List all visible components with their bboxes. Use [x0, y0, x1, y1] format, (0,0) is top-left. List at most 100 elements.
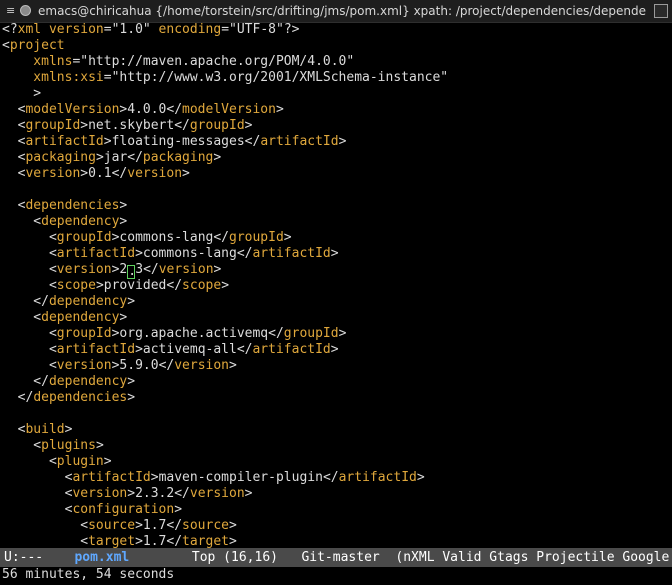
buffer-line[interactable]: <scope>provided</scope> [0, 278, 672, 294]
syntax-token: > [229, 534, 237, 548]
syntax-token: dependency [41, 214, 120, 229]
modeline-buffer-name[interactable]: pom.xml [74, 550, 129, 565]
syntax-token: < [2, 214, 42, 229]
buffer-line[interactable]: xmlns="http://maven.apache.org/POM/4.0.0… [0, 54, 672, 70]
syntax-token: </ [244, 134, 261, 149]
buffer-line[interactable]: <dependency> [0, 310, 672, 326]
buffer-line[interactable] [0, 406, 672, 422]
buffer-line[interactable]: <artifactId>floating-messages</artifactI… [0, 134, 672, 150]
syntax-token: maven-compiler-plugin [158, 470, 323, 485]
buffer-line[interactable]: <version>5.9.0</version> [0, 358, 672, 374]
buffer-line[interactable]: <version>2.3</version> [0, 262, 672, 279]
buffer-line[interactable]: <project [0, 38, 672, 54]
buffer-line[interactable]: xmlns:xsi="http://www.w3.org/2001/XMLSch… [0, 70, 672, 86]
syntax-token: > [127, 486, 136, 501]
modeline-modes[interactable]: (nXML Valid Gtags Projectile Google [395, 550, 669, 565]
syntax-token: org.apache.activemq [119, 326, 269, 341]
syntax-token: </ [2, 294, 49, 309]
syntax-token: scope [56, 278, 96, 293]
buffer-line[interactable]: <artifactId>maven-compiler-plugin</artif… [0, 470, 672, 486]
syntax-token: 2.3.2 [135, 486, 175, 501]
syntax-token: < [2, 454, 57, 469]
syntax-token: > [229, 518, 237, 533]
buffer-line[interactable]: <?xml version="1.0" encoding="UTF-8"?> [0, 22, 672, 38]
syntax-token: < [2, 166, 26, 181]
buffer-line[interactable]: <plugins> [0, 438, 672, 454]
syntax-token: > [135, 518, 143, 533]
syntax-token: groupId [283, 326, 339, 341]
syntax-token: > [95, 150, 104, 165]
buffer-line[interactable]: <version>0.1</version> [0, 166, 672, 182]
buffer-line[interactable]: </dependency> [0, 294, 672, 310]
syntax-token: 4.0.0 [127, 102, 167, 117]
buffer-line[interactable]: <packaging>jar</packaging> [0, 150, 672, 166]
buffer-line[interactable]: <source>1.7</source> [0, 518, 672, 534]
syntax-token: > [330, 342, 339, 357]
syntax-token: provided [103, 278, 167, 293]
syntax-token: < [2, 422, 26, 437]
syntax-token: < [2, 502, 73, 517]
syntax-token: 5.9.0 [119, 358, 159, 373]
buffer-line[interactable]: </dependencies> [0, 390, 672, 406]
buffer-line[interactable]: > [0, 86, 672, 102]
syntax-token: 2 [119, 262, 128, 277]
syntax-token: version [158, 262, 214, 277]
syntax-token: > [80, 118, 89, 133]
buffer-line[interactable]: <dependencies> [0, 198, 672, 214]
syntax-token: artifactId [56, 246, 136, 261]
emacs-icon [20, 5, 31, 16]
buffer-line[interactable]: <groupId>net.skybert</groupId> [0, 118, 672, 134]
syntax-token: > [416, 470, 425, 485]
buffer-line[interactable]: <build> [0, 422, 672, 438]
syntax-token: packaging [142, 150, 214, 165]
syntax-token: artifactId [56, 342, 136, 357]
syntax-token: < [2, 246, 57, 261]
syntax-token: < [2, 470, 73, 485]
syntax-token: > [127, 374, 136, 389]
syntax-token: </ [2, 374, 49, 389]
syntax-token: </ [236, 246, 253, 261]
buffer-line[interactable]: </dependency> [0, 374, 672, 390]
buffer-line[interactable]: <target>1.7</target> [0, 534, 672, 548]
syntax-token: 0.1 [88, 166, 112, 181]
syntax-token: dependency [48, 294, 128, 309]
buffer-line[interactable]: <configuration> [0, 502, 672, 518]
syntax-token: floating-messages [111, 134, 245, 149]
buffer-line[interactable]: <groupId>org.apache.activemq</groupId> [0, 326, 672, 342]
window-titlebar: ≡ emacs@chiricahua {/home/torstein/src/d… [0, 0, 672, 23]
buffer-line[interactable]: <plugin> [0, 454, 672, 470]
buffer-line[interactable] [0, 182, 672, 198]
modeline-vc[interactable]: Git-master [301, 550, 379, 565]
buffer-line[interactable]: <groupId>commons-lang</groupId> [0, 230, 672, 246]
syntax-token: version [25, 166, 81, 181]
syntax-token: artifactId [338, 470, 417, 485]
syntax-token: > [135, 534, 143, 548]
buffer-line[interactable]: <version>2.3.2</version> [0, 486, 672, 502]
syntax-token: version [56, 262, 112, 277]
syntax-token: > [135, 246, 143, 261]
syntax-token: target [88, 534, 136, 548]
window-menu-icon[interactable]: ≡ [6, 0, 15, 22]
syntax-token: </ [174, 486, 190, 501]
syntax-token: > [150, 470, 159, 485]
syntax-token: > [2, 86, 42, 101]
syntax-token: ?> [283, 22, 300, 37]
buffer-line[interactable]: <modelVersion>4.0.0</modelVersion> [0, 102, 672, 118]
syntax-token: </ [166, 278, 183, 293]
syntax-token: encoding [150, 22, 222, 37]
syntax-token: version [127, 166, 183, 181]
buffer-line[interactable]: <dependency> [0, 214, 672, 230]
syntax-token: xml [17, 22, 42, 37]
echo-area: 56 minutes, 54 seconds [2, 567, 175, 582]
syntax-token: version [72, 486, 128, 501]
close-icon[interactable] [654, 4, 668, 18]
syntax-token: </ [127, 150, 143, 165]
syntax-token: dependencies [33, 390, 128, 405]
syntax-token: dependency [48, 374, 128, 389]
syntax-token: activemq-all [142, 342, 237, 357]
syntax-token: < [2, 38, 10, 53]
buffer-line[interactable]: <artifactId>commons-lang</artifactId> [0, 246, 672, 262]
buffer-line[interactable]: <artifactId>activemq-all</artifactId> [0, 342, 672, 358]
editor-buffer[interactable]: <?xml version="1.0" encoding="UTF-8"?> <p… [0, 22, 672, 548]
syntax-token: > [119, 214, 128, 229]
